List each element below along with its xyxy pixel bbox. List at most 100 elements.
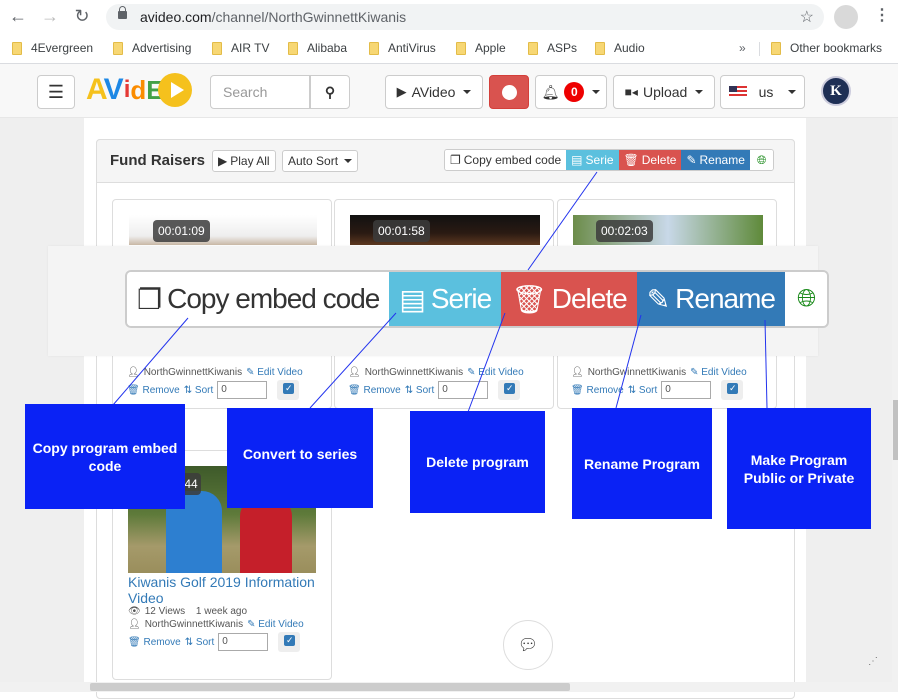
caret-down-icon bbox=[344, 159, 353, 163]
chat-bubble-icon: 💬︎ bbox=[517, 637, 539, 654]
sort-label: ⇅ Sort bbox=[184, 636, 215, 648]
selection-checkbox[interactable] bbox=[498, 380, 521, 400]
logo-letter: V bbox=[103, 73, 124, 106]
edit-video-link[interactable]: ✎ Edit Video bbox=[690, 367, 747, 378]
selection-checkbox[interactable] bbox=[721, 380, 744, 400]
video-stats: 👁︎ 12 Views 1 week ago bbox=[128, 606, 248, 617]
other-bookmarks[interactable]: Other bookmarks bbox=[771, 41, 882, 55]
upload-button[interactable]: ■◂ Upload bbox=[613, 75, 715, 109]
folder-icon bbox=[595, 41, 605, 55]
serie-button[interactable]: ▤ Serie bbox=[566, 150, 619, 170]
edit-video-link[interactable]: ✎ Edit Video bbox=[247, 619, 304, 630]
us-flag-icon bbox=[728, 86, 747, 98]
remove-link[interactable]: 🗑︎ Remove bbox=[128, 637, 181, 648]
notification-badge: 0 bbox=[564, 82, 585, 102]
logo-letter: d bbox=[130, 75, 147, 105]
channel-dropdown[interactable]: ▶ AVideo bbox=[385, 75, 483, 109]
forward-icon[interactable]: → bbox=[40, 6, 60, 26]
callout-serie: Convert to series bbox=[227, 408, 373, 508]
sort-input[interactable]: 0 bbox=[217, 381, 268, 399]
sort-input[interactable]: 0 bbox=[218, 633, 269, 651]
bookmark-star-icon[interactable]: ☆ bbox=[800, 7, 814, 27]
bookmark-item[interactable]: Apple bbox=[456, 41, 506, 55]
url-text: avideo.com/channel/NorthGwinnettKiwanis bbox=[140, 9, 407, 25]
search-input[interactable]: Search bbox=[210, 75, 310, 109]
edit-video-link[interactable]: ✎ Edit Video bbox=[467, 367, 524, 378]
bookmark-item[interactable]: Advertising bbox=[113, 41, 191, 55]
bookmark-item[interactable]: 4Evergreen bbox=[12, 41, 93, 55]
vertical-scrollbar-thumb[interactable] bbox=[893, 400, 898, 460]
play-all-button[interactable]: ▶ Play All bbox=[212, 150, 276, 172]
user-icon: 👤︎ bbox=[348, 367, 361, 378]
more-bookmarks-button[interactable]: » bbox=[739, 41, 746, 55]
auto-sort-dropdown[interactable]: Auto Sort bbox=[282, 150, 359, 172]
rename-button[interactable]: ✎ Rename bbox=[681, 150, 750, 170]
page-gutter-right bbox=[806, 118, 892, 682]
folder-icon bbox=[369, 41, 379, 55]
menu-kebab-icon[interactable]: ⋮ bbox=[874, 6, 890, 26]
user-icon: 👤︎ bbox=[127, 367, 140, 378]
resize-grip-icon[interactable]: ⋰ bbox=[868, 656, 878, 667]
sort-input[interactable]: 0 bbox=[661, 381, 712, 399]
video-title-link[interactable]: Kiwanis Golf 2019 Information Video bbox=[128, 574, 328, 606]
edit-video-link[interactable]: ✎ Edit Video bbox=[246, 367, 303, 378]
record-button[interactable] bbox=[489, 75, 529, 109]
eye-icon: 👁︎ bbox=[128, 606, 141, 617]
channel-link[interactable]: NorthGwinnettKiwanis bbox=[588, 367, 686, 378]
zoomed-serie-button[interactable]: ▤ Serie bbox=[389, 272, 502, 326]
delete-button[interactable]: 🗑︎ Delete bbox=[618, 150, 682, 170]
channel-link[interactable]: NorthGwinnettKiwanis bbox=[144, 367, 242, 378]
sort-input[interactable]: 0 bbox=[438, 381, 489, 399]
hamburger-menu-button[interactable]: ☰ bbox=[37, 75, 75, 109]
bookmark-item[interactable]: AntiVirus bbox=[369, 41, 436, 55]
channel-link[interactable]: NorthGwinnettKiwanis bbox=[365, 367, 463, 378]
thumbnail-figure bbox=[240, 498, 292, 573]
zoomed-rename-button[interactable]: ✎ Rename bbox=[636, 272, 786, 326]
channel-link[interactable]: NorthGwinnettKiwanis bbox=[145, 619, 243, 630]
language-dropdown[interactable]: us bbox=[720, 75, 805, 109]
duration-badge: 00:02:03 bbox=[596, 220, 653, 242]
avideo-logo[interactable]: A V i d E bbox=[86, 72, 192, 108]
caret-down-icon bbox=[592, 90, 601, 94]
visibility-toggle-button[interactable]: 🌐︎ bbox=[749, 150, 774, 170]
profile-icon[interactable] bbox=[834, 5, 858, 29]
user-avatar[interactable]: K bbox=[821, 76, 851, 106]
page-gutter-left bbox=[0, 118, 84, 682]
chat-button[interactable]: 💬︎ bbox=[503, 620, 553, 670]
sort-label: ⇅ Sort bbox=[183, 384, 214, 396]
notifications-button[interactable]: 🔔︎ 0 bbox=[535, 75, 607, 109]
bookmark-item[interactable]: AIR TV bbox=[212, 41, 269, 55]
bookmark-item[interactable]: ASPs bbox=[528, 41, 577, 55]
callout-delete: Delete program bbox=[410, 411, 545, 513]
logo-letter: i bbox=[123, 76, 131, 103]
remove-link[interactable]: 🗑︎ Remove bbox=[348, 385, 401, 396]
zoomed-delete-button[interactable]: 🗑︎ Delete bbox=[501, 272, 637, 326]
folder-icon bbox=[771, 41, 781, 55]
bookmark-item[interactable]: Audio bbox=[595, 41, 645, 55]
horizontal-scrollbar-thumb[interactable] bbox=[90, 683, 570, 691]
callout-rename: Rename Program bbox=[572, 408, 712, 519]
search-button[interactable]: ⚲ bbox=[310, 75, 350, 109]
caret-down-icon bbox=[463, 90, 472, 94]
search-icon: ⚲ bbox=[324, 83, 336, 100]
zoomed-visibility-button[interactable]: 🌐︎ bbox=[785, 272, 828, 326]
zoomed-copy-embed-button[interactable]: ❐ Copy embed code bbox=[127, 272, 390, 326]
user-icon: 👤︎ bbox=[128, 619, 141, 630]
callout-copy: Copy program embed code bbox=[25, 404, 185, 509]
hamburger-icon: ☰ bbox=[47, 81, 65, 102]
folder-icon bbox=[288, 41, 298, 55]
remove-link[interactable]: 🗑︎ Remove bbox=[571, 385, 624, 396]
copy-embed-button[interactable]: ❐ Copy embed code bbox=[445, 150, 567, 170]
selection-checkbox[interactable] bbox=[277, 380, 300, 400]
bookmark-item[interactable]: Alibaba bbox=[288, 41, 347, 55]
selection-checkbox[interactable] bbox=[278, 632, 301, 652]
playlist-actions-group: ❐ Copy embed code ▤ Serie 🗑︎ Delete ✎ Rename… bbox=[444, 149, 775, 171]
user-icon: 👤︎ bbox=[571, 367, 584, 378]
callout-visibility: Make Program Public or Private bbox=[727, 408, 871, 529]
sort-label: ⇅ Sort bbox=[627, 384, 658, 396]
remove-link[interactable]: 🗑︎ Remove bbox=[127, 385, 180, 396]
reload-icon[interactable]: ↻ bbox=[72, 6, 92, 26]
playlist-title: Fund Raisers bbox=[110, 152, 206, 169]
address-bar[interactable]: avideo.com/channel/NorthGwinnettKiwanis … bbox=[106, 4, 824, 30]
back-icon[interactable]: ← bbox=[8, 6, 28, 26]
